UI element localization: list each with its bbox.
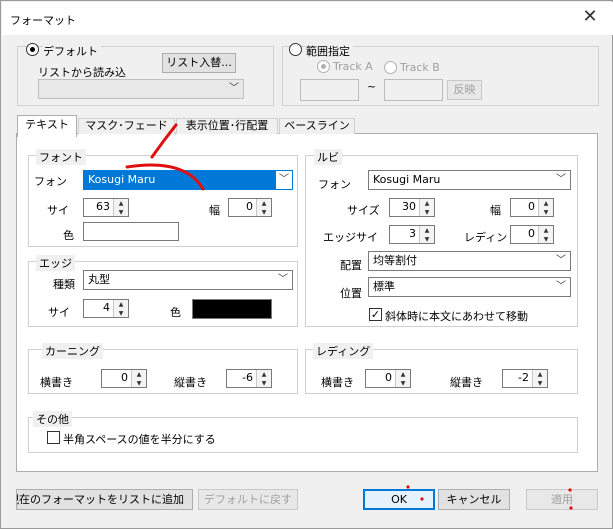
annotation-dot	[569, 506, 573, 510]
annotation-stroke	[150, 123, 178, 159]
annotation-overlay	[125, 123, 573, 510]
annotation-dot	[406, 485, 410, 489]
annotation-stroke	[125, 163, 205, 191]
annotation-dot	[568, 488, 572, 492]
annotation-dot	[420, 497, 424, 501]
